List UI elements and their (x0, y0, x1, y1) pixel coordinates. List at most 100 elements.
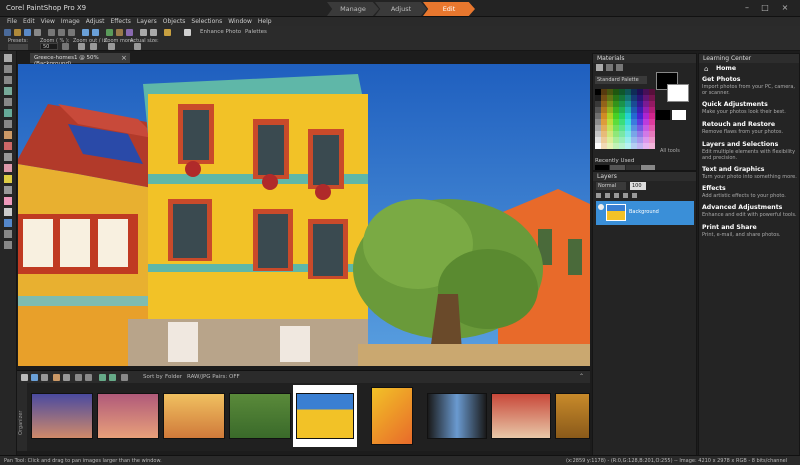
thumbnail-4[interactable] (229, 393, 291, 439)
image-canvas[interactable] (18, 64, 590, 366)
palettes-menu[interactable]: Palettes (245, 29, 267, 35)
mask-icon[interactable] (605, 193, 610, 198)
zoom-field[interactable]: 50 (40, 43, 58, 50)
opacity-field[interactable]: 100 (630, 182, 646, 190)
grid-icon[interactable] (140, 29, 147, 36)
menu-layers[interactable]: Layers (137, 18, 157, 25)
guides-icon[interactable] (150, 29, 157, 36)
lc-item-quick-adjustments[interactable]: Quick Adjustments Make your photos look … (702, 101, 798, 115)
raw-jpg-pairs-toggle[interactable]: RAW/JPG Pairs: OFF (187, 374, 240, 380)
eraser-tool-icon[interactable] (4, 186, 12, 194)
recent-swatches[interactable] (595, 165, 655, 170)
palette-swatch[interactable] (649, 143, 655, 149)
actual-size-icon[interactable] (134, 43, 141, 50)
warp-tool-icon[interactable] (4, 241, 12, 249)
menu-selections[interactable]: Selections (191, 18, 222, 25)
menu-file[interactable]: File (7, 18, 17, 25)
zoom-in-icon[interactable] (90, 43, 97, 50)
close-icon[interactable]: × (778, 2, 792, 14)
enhance-photo-menu[interactable]: Enhance Photo (200, 29, 241, 35)
makeover-tool-icon[interactable] (4, 142, 12, 150)
straighten-tool-icon[interactable] (4, 120, 12, 128)
lc-item-text-graphics[interactable]: Text and Graphics Turn your photo into s… (702, 166, 798, 180)
lc-item-layers-selections[interactable]: Layers and Selections Edit multiple elem… (702, 141, 798, 161)
organizer-share-icon[interactable] (75, 374, 82, 381)
organizer-collapse-icon[interactable]: ⌃ (579, 373, 587, 381)
thumbnail-8[interactable] (491, 393, 551, 439)
new-icon[interactable] (4, 29, 11, 36)
dodge-tool-icon[interactable] (4, 175, 12, 183)
lc-item-advanced-adjustments[interactable]: Advanced Adjustments Enhance and edit wi… (702, 204, 798, 218)
sort-dropdown[interactable]: Folder (165, 374, 182, 380)
maximize-icon[interactable]: □ (758, 2, 772, 14)
document-close-icon[interactable]: × (121, 54, 129, 62)
cut-icon[interactable] (48, 29, 55, 36)
organizer-rotate-left-icon[interactable] (99, 374, 106, 381)
thumbnail-2[interactable] (97, 393, 159, 439)
crop-icon[interactable] (106, 29, 113, 36)
link-icon[interactable] (623, 193, 628, 198)
organizer-browse-icon[interactable] (31, 374, 38, 381)
zoom-tool-icon[interactable] (4, 65, 12, 73)
brush-icon[interactable] (606, 64, 613, 71)
clone-tool-icon[interactable] (4, 153, 12, 161)
blend-mode-dropdown[interactable]: Normal (596, 182, 626, 190)
swatch-grid[interactable] (595, 89, 655, 149)
selection-tool-icon[interactable] (4, 87, 12, 95)
resize-icon[interactable] (116, 29, 123, 36)
lc-item-retouch-restore[interactable]: Retouch and Restore Remove flaws from yo… (702, 121, 798, 135)
thumbnail-3[interactable] (163, 393, 225, 439)
print-icon[interactable] (34, 29, 41, 36)
zoom-spin-icon[interactable] (62, 43, 69, 50)
pan-tool-icon[interactable] (4, 54, 12, 62)
fill-tool-icon[interactable] (4, 197, 12, 205)
lc-item-print-share[interactable]: Print and Share Print, e-mail, and share… (702, 224, 798, 238)
copy-icon[interactable] (58, 29, 65, 36)
shape-tool-icon[interactable] (4, 219, 12, 227)
zoom-more-icon[interactable] (108, 43, 115, 50)
layer-row-background[interactable]: Background (596, 201, 694, 225)
thumbnail-7[interactable] (427, 393, 487, 439)
palette-dropdown[interactable]: Standard Palette (595, 76, 647, 84)
organizer-rotate-right-icon[interactable] (109, 374, 116, 381)
cursor-icon[interactable] (184, 29, 191, 36)
delete-layer-icon[interactable] (632, 193, 637, 198)
minimize-icon[interactable]: – (740, 2, 754, 14)
thumbnail-6[interactable] (371, 387, 413, 445)
lc-item-get-photos[interactable]: Get Photos Import photos from your PC, c… (702, 76, 798, 96)
background-color[interactable] (667, 84, 689, 102)
rainbow-icon[interactable] (616, 64, 623, 71)
pen-tool-icon[interactable] (4, 230, 12, 238)
undo-icon[interactable] (82, 29, 89, 36)
menu-view[interactable]: View (41, 18, 55, 25)
frame-icon[interactable] (596, 64, 603, 71)
pick-tool-icon[interactable] (4, 76, 12, 84)
menu-help[interactable]: Help (258, 18, 272, 25)
thumbnail-9[interactable] (555, 393, 590, 439)
bg-material-swatch[interactable] (672, 110, 686, 120)
save-icon[interactable] (24, 29, 31, 36)
fg-material-swatch[interactable] (656, 110, 670, 120)
lc-item-effects[interactable]: Effects Add artistic effects to your pho… (702, 185, 798, 199)
zoom-out-icon[interactable] (78, 43, 85, 50)
organizer-edit-icon[interactable] (85, 374, 92, 381)
red-eye-tool-icon[interactable] (4, 131, 12, 139)
menu-image[interactable]: Image (61, 18, 80, 25)
thumbnail-1[interactable] (31, 393, 93, 439)
home-icon[interactable]: ⌂ (704, 65, 712, 73)
open-icon[interactable] (14, 29, 21, 36)
organizer-menu-icon[interactable] (21, 374, 28, 381)
organizer-tag-icon[interactable] (53, 374, 60, 381)
text-tool-icon[interactable] (4, 208, 12, 216)
thumbnail-5-selected[interactable] (296, 393, 354, 439)
presets-dropdown[interactable] (8, 44, 28, 50)
tab-manage[interactable]: Manage (327, 2, 379, 16)
menu-adjust[interactable]: Adjust (86, 18, 105, 25)
organizer-batch-icon[interactable] (121, 374, 128, 381)
menu-effects[interactable]: Effects (110, 18, 130, 25)
visibility-eye-icon[interactable] (598, 204, 604, 210)
learning-home[interactable]: Home (716, 65, 736, 72)
tab-edit[interactable]: Edit (423, 2, 475, 16)
dropper-tool-icon[interactable] (4, 98, 12, 106)
organizer-view-icon[interactable] (41, 374, 48, 381)
